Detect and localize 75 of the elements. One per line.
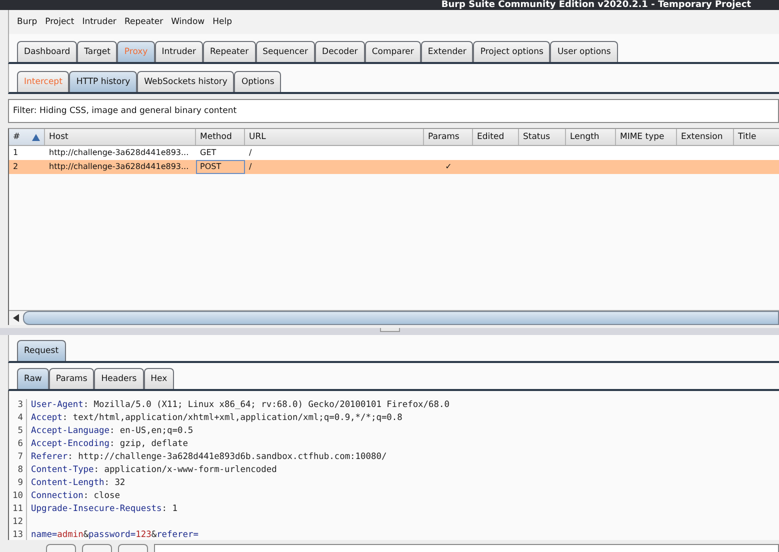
tab[interactable]: Repeater (202, 41, 256, 62)
menu-item[interactable]: Intruder (78, 17, 120, 27)
table-cell-text: http://challenge-3a628d441e893... (48, 147, 190, 159)
table-cell-text: 2 (12, 161, 20, 173)
tab[interactable]: Comparer (364, 41, 421, 62)
tab[interactable]: Decoder (315, 41, 365, 62)
sort-arrow-icon (32, 134, 40, 140)
column-header[interactable]: Extension (677, 129, 734, 145)
tab[interactable]: Project options (473, 41, 550, 62)
toolbar-button[interactable] (118, 544, 148, 552)
toolbar-button[interactable] (82, 544, 112, 552)
line-number: 7 (9, 451, 27, 464)
tab[interactable]: WebSockets history (137, 71, 234, 92)
table-row[interactable]: 2 http://challenge-3a628d441e893... POST / ✓ (9, 160, 779, 174)
tab[interactable]: Intruder (154, 41, 203, 62)
table-cell: POST (196, 160, 245, 174)
table-cell-text: GET (199, 147, 218, 159)
table-cell-text: ✓ (444, 161, 453, 173)
line-number: 10 (9, 490, 27, 503)
column-header[interactable]: MIME type (616, 129, 677, 145)
tab[interactable]: Options (234, 71, 282, 92)
line-number: 12 (9, 516, 27, 529)
line-number: 6 (9, 438, 27, 451)
search-field[interactable] (154, 544, 779, 552)
tab[interactable]: Request (17, 340, 66, 361)
code-line: Accept-Encoding: gzip, deflate (31, 438, 188, 451)
tab[interactable]: Hex (144, 368, 174, 389)
line-number: 8 (9, 464, 27, 477)
table-cell-text: http://challenge-3a628d441e893... (48, 161, 190, 173)
filter-bar[interactable]: Filter: Hiding CSS, image and general binary content (8, 99, 779, 123)
column-header[interactable]: URL (245, 129, 424, 145)
line-number: 11 (9, 503, 27, 516)
code-line: Accept-Language: en-US,en;q=0.5 (31, 425, 194, 438)
column-header[interactable]: Method (196, 129, 245, 145)
tab[interactable]: User options (550, 41, 618, 62)
column-header[interactable]: # (9, 129, 45, 145)
code-line: name=admin&password=123&referer= (31, 529, 198, 540)
line-number: 9 (9, 477, 27, 490)
line-number: 4 (9, 412, 27, 425)
tab[interactable]: Dashboard (17, 41, 78, 62)
menu-item[interactable]: Window (167, 17, 209, 27)
menu-item[interactable]: Repeater (120, 17, 168, 27)
table-cell-text: / (248, 147, 253, 159)
tab[interactable]: Headers (94, 368, 144, 389)
splitter-handle[interactable] (380, 328, 400, 332)
line-number: 5 (9, 425, 27, 438)
tab[interactable]: Raw (17, 368, 49, 389)
toolbar-button[interactable] (46, 544, 76, 552)
tab[interactable]: Target (77, 41, 118, 62)
column-header[interactable]: Edited (473, 129, 519, 145)
line-number: 3 (9, 399, 27, 412)
column-header[interactable]: Status (519, 129, 566, 145)
code-line: Content-Length: 32 (31, 477, 126, 490)
tab[interactable]: HTTP history (69, 71, 138, 92)
column-header[interactable]: Title (734, 129, 779, 145)
tab[interactable]: Extender (420, 41, 474, 62)
column-header[interactable]: Host (45, 129, 196, 145)
code-line: Upgrade-Insecure-Requests: 1 (31, 503, 178, 516)
table-cell-text: / (248, 161, 253, 173)
code-line: User-Agent: Mozilla/5.0 (X11; Linux x86_64; rv:68.0) Gecko/20100101 Firefox/68.0 (31, 399, 450, 412)
menu-item[interactable]: Burp (13, 17, 42, 27)
code-line: Connection: close (31, 490, 120, 503)
menu-item[interactable]: Project (41, 17, 78, 27)
tab[interactable]: Sequencer (256, 41, 316, 62)
table-row[interactable]: 1 http://challenge-3a628d441e893... GET / (9, 146, 779, 160)
code-line: Referer: http://challenge-3a628d441e893d6b.sandbox.ctfhub.com:10080/ (31, 451, 387, 464)
column-header[interactable]: Length (566, 129, 616, 145)
column-header[interactable]: Params (424, 129, 473, 145)
scrollbar-thumb[interactable] (23, 311, 779, 325)
window-title: Burp Suite Community Edition v2020.2.1 - Temporary Project (441, 0, 751, 10)
code-line: Accept: text/html,application/xhtml+xml,application/xml;q=0.9,*/*;q=0.8 (31, 412, 402, 425)
table-cell-text: 1 (12, 147, 20, 159)
menu-item[interactable]: Help (208, 17, 236, 27)
tab[interactable]: Params (48, 368, 94, 389)
code-line: Content-Type: application/x-www-form-urlencoded (31, 464, 277, 477)
